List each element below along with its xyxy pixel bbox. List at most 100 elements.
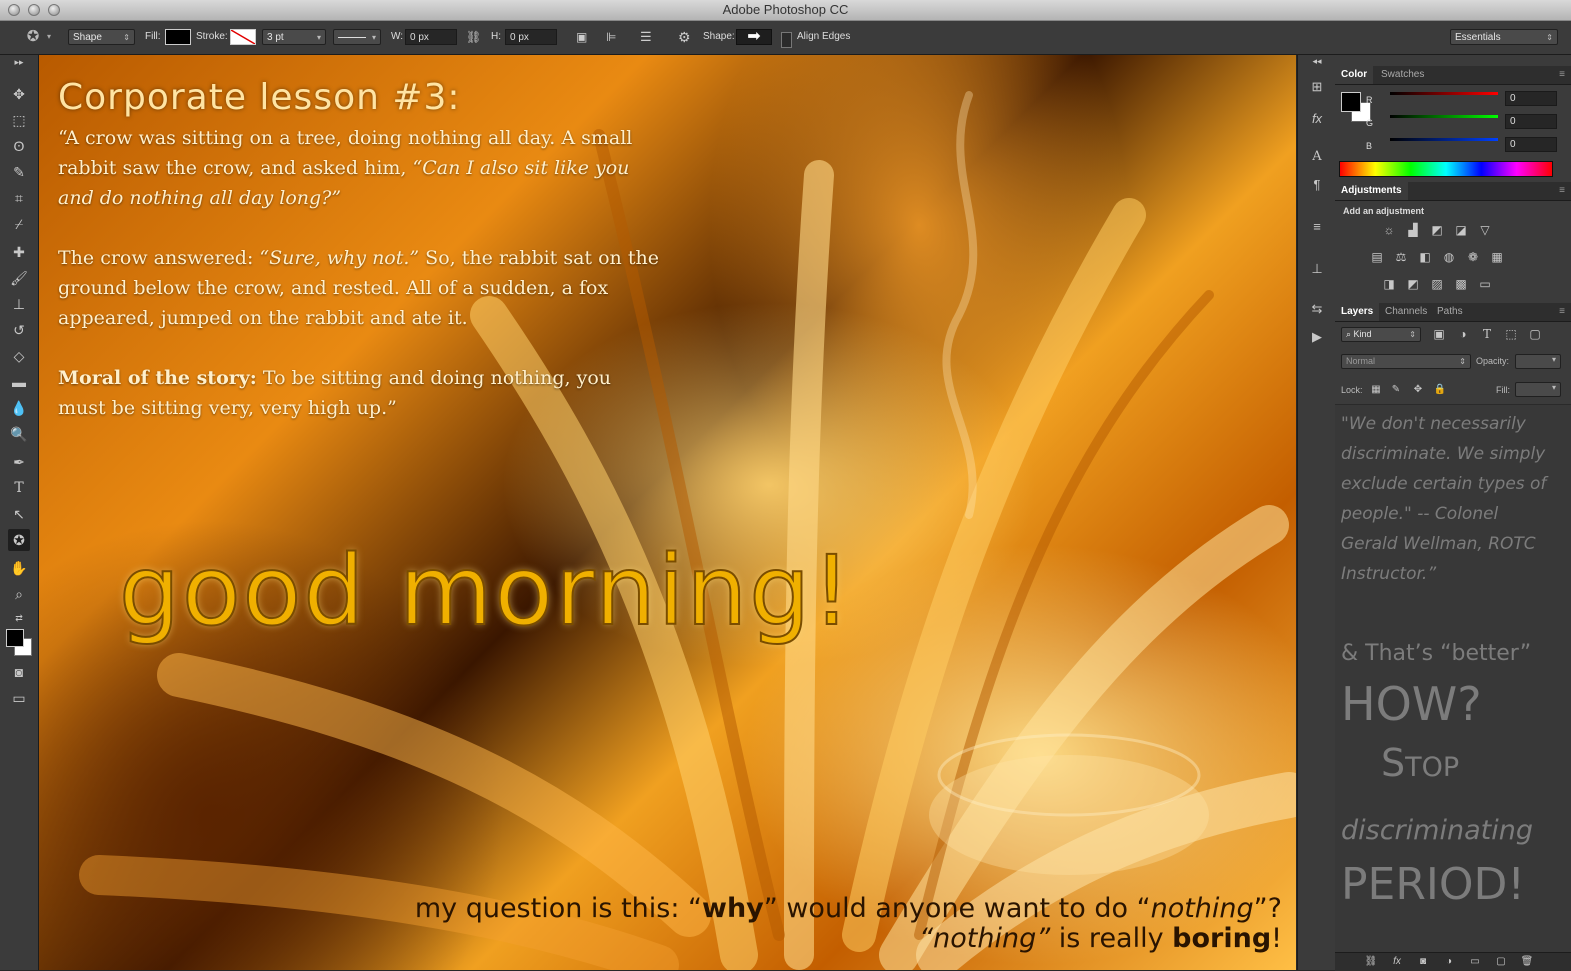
filter-adjustment-icon[interactable]: ◑ <box>1455 327 1471 341</box>
expand-panels-icon[interactable]: ◂◂ <box>1307 55 1327 67</box>
width-input[interactable]: 0 px <box>405 29 457 45</box>
new-layer-icon[interactable]: ▢ <box>1493 955 1509 969</box>
filter-shape-icon[interactable]: ⬚ <box>1503 327 1519 341</box>
layer-style-icon[interactable]: fx <box>1389 955 1405 969</box>
blur-tool-icon[interactable]: 💧 <box>8 397 30 419</box>
green-value-input[interactable]: 0 <box>1505 114 1557 129</box>
blend-mode-select[interactable]: Normal ⇕ <box>1341 354 1471 369</box>
adjustments-menu-icon[interactable]: ≡ <box>1559 182 1565 200</box>
stroke-type-select[interactable]: ▾ <box>333 29 381 45</box>
layers-menu-icon[interactable]: ≡ <box>1559 303 1565 321</box>
threshold-icon[interactable]: ▨ <box>1429 277 1445 291</box>
fill-swatch[interactable] <box>165 29 191 45</box>
panel-menu-icon[interactable]: ≡ <box>1559 66 1565 84</box>
quick-mask-icon[interactable]: ◙ <box>8 661 30 683</box>
link-icon[interactable]: ⛓ <box>466 29 481 45</box>
custom-shape-tool-icon[interactable]: ✪ <box>8 529 30 551</box>
new-adjustment-layer-icon[interactable]: ◑ <box>1441 955 1457 969</box>
workspace-select[interactable]: Essentials ⇕ <box>1450 29 1558 45</box>
tab-swatches[interactable]: Swatches <box>1375 66 1430 84</box>
preset-dropdown-arrow-icon[interactable]: ▾ <box>47 29 51 45</box>
clone-stamp-tool-icon[interactable]: ⊥ <box>8 293 30 315</box>
height-input[interactable]: 0 px <box>505 29 557 45</box>
screen-mode-icon[interactable]: ▭ <box>8 687 30 709</box>
channel-mixer-icon[interactable]: ❁ <box>1465 250 1481 264</box>
tab-channels[interactable]: Channels <box>1379 303 1433 321</box>
custom-shape-tool-preset-icon[interactable]: ✪ <box>20 29 46 45</box>
red-value-input[interactable]: 0 <box>1505 91 1557 106</box>
levels-icon[interactable]: ▟ <box>1405 223 1421 237</box>
play-actions-icon[interactable]: ▶ <box>1307 327 1327 347</box>
lock-position-icon[interactable]: ✥ <box>1410 383 1426 397</box>
black-white-icon[interactable]: ◧ <box>1417 250 1433 264</box>
tab-layers[interactable]: Layers <box>1335 303 1380 321</box>
shape-picker-arrow-icon[interactable]: ➡ <box>736 29 772 45</box>
collapse-tools-icon[interactable]: ▸▸ <box>8 57 30 67</box>
gear-icon[interactable]: ⚙ <box>678 29 691 45</box>
character-panel-icon[interactable]: A <box>1307 147 1327 167</box>
crop-tool-icon[interactable]: ⌗ <box>8 187 30 209</box>
blue-slider[interactable] <box>1390 138 1498 141</box>
exposure-icon[interactable]: ◪ <box>1453 223 1469 237</box>
filter-smart-object-icon[interactable]: ▢ <box>1527 327 1543 341</box>
color-lookup-icon[interactable]: ▦ <box>1489 250 1505 264</box>
type-tool-icon[interactable]: T <box>8 477 30 499</box>
path-arrangement-icon[interactable]: ☰ <box>640 29 652 45</box>
healing-brush-tool-icon[interactable]: ✚ <box>8 241 30 263</box>
filter-type-icon[interactable]: T <box>1479 327 1495 341</box>
dodge-tool-icon[interactable]: 🔍 <box>8 423 30 445</box>
blue-value-input[interactable]: 0 <box>1505 137 1557 152</box>
curves-icon[interactable]: ◩ <box>1429 223 1445 237</box>
delete-layer-icon[interactable]: 🗑 <box>1519 955 1535 969</box>
link-layers-icon[interactable]: ⛓ <box>1363 955 1379 969</box>
tool-mode-select[interactable]: Shape ⇕ <box>68 29 135 45</box>
photo-filter-icon[interactable]: ◍ <box>1441 250 1457 264</box>
lock-all-icon[interactable]: 🔒 <box>1432 383 1448 397</box>
align-edges-checkbox[interactable] <box>781 32 792 48</box>
selective-color-icon[interactable]: ▩ <box>1453 277 1469 291</box>
history-panel-icon[interactable]: ⊞ <box>1307 77 1327 97</box>
color-balance-icon[interactable]: ⚖ <box>1393 250 1409 264</box>
tab-adjustments[interactable]: Adjustments <box>1335 182 1408 200</box>
fill-opacity-input[interactable]: ▾ <box>1515 382 1561 397</box>
new-group-icon[interactable]: ▭ <box>1467 955 1483 969</box>
lock-transparent-icon[interactable]: ▦ <box>1368 383 1384 397</box>
layers-list[interactable]: "We don't necessarily discriminate. We s… <box>1335 404 1571 953</box>
green-slider[interactable] <box>1390 115 1498 118</box>
move-tool-icon[interactable]: ✥ <box>8 83 30 105</box>
layer-filter-kind-select[interactable]: ⌕ Kind ⇕ <box>1341 327 1421 342</box>
path-selection-tool-icon[interactable]: ↖ <box>8 503 30 525</box>
zoom-tool-icon[interactable]: ⌕ <box>8 583 30 605</box>
brush-presets-panel-icon[interactable]: ≡ <box>1307 217 1327 237</box>
vibrance-icon[interactable]: ▽ <box>1477 223 1493 237</box>
lock-image-icon[interactable]: ✎ <box>1388 383 1404 397</box>
gradient-map-icon[interactable]: ▭ <box>1477 277 1493 291</box>
document-canvas[interactable]: Corporate lesson #3: “A crow was sitting… <box>39 55 1296 970</box>
hand-tool-icon[interactable]: ✋ <box>8 557 30 579</box>
history-brush-tool-icon[interactable]: ↺ <box>8 319 30 341</box>
foreground-color-swatch[interactable] <box>6 629 24 647</box>
clone-source-panel-icon[interactable]: ⊥ <box>1307 259 1327 279</box>
hue-saturation-icon[interactable]: ▤ <box>1369 250 1385 264</box>
marquee-tool-icon[interactable]: ⬚ <box>8 109 30 131</box>
path-operations-icon[interactable]: ▣ <box>576 29 587 45</box>
actions-panel-icon[interactable]: ⇆ <box>1307 299 1327 319</box>
pen-tool-icon[interactable]: ✒ <box>8 451 30 473</box>
opacity-input[interactable]: ▾ <box>1515 354 1561 369</box>
filter-pixel-icon[interactable]: ▣ <box>1431 327 1447 341</box>
gradient-tool-icon[interactable]: ▬ <box>8 371 30 393</box>
eyedropper-tool-icon[interactable]: ⌿ <box>8 213 30 235</box>
path-alignment-icon[interactable]: ⊫ <box>606 29 616 45</box>
stroke-swatch[interactable] <box>230 29 256 45</box>
eraser-tool-icon[interactable]: ◇ <box>8 345 30 367</box>
brightness-contrast-icon[interactable]: ☼ <box>1381 223 1397 237</box>
color-spectrum-ramp[interactable] <box>1339 161 1553 177</box>
red-slider[interactable] <box>1390 92 1498 95</box>
paragraph-panel-icon[interactable]: ¶ <box>1307 175 1327 195</box>
tab-color[interactable]: Color <box>1335 66 1374 84</box>
quick-selection-tool-icon[interactable]: ✎ <box>8 161 30 183</box>
tab-paths[interactable]: Paths <box>1431 303 1469 321</box>
stroke-width-select[interactable]: 3 pt ▾ <box>262 29 326 45</box>
styles-panel-icon[interactable]: fx <box>1307 109 1327 129</box>
lasso-tool-icon[interactable]: ʘ <box>8 135 30 157</box>
